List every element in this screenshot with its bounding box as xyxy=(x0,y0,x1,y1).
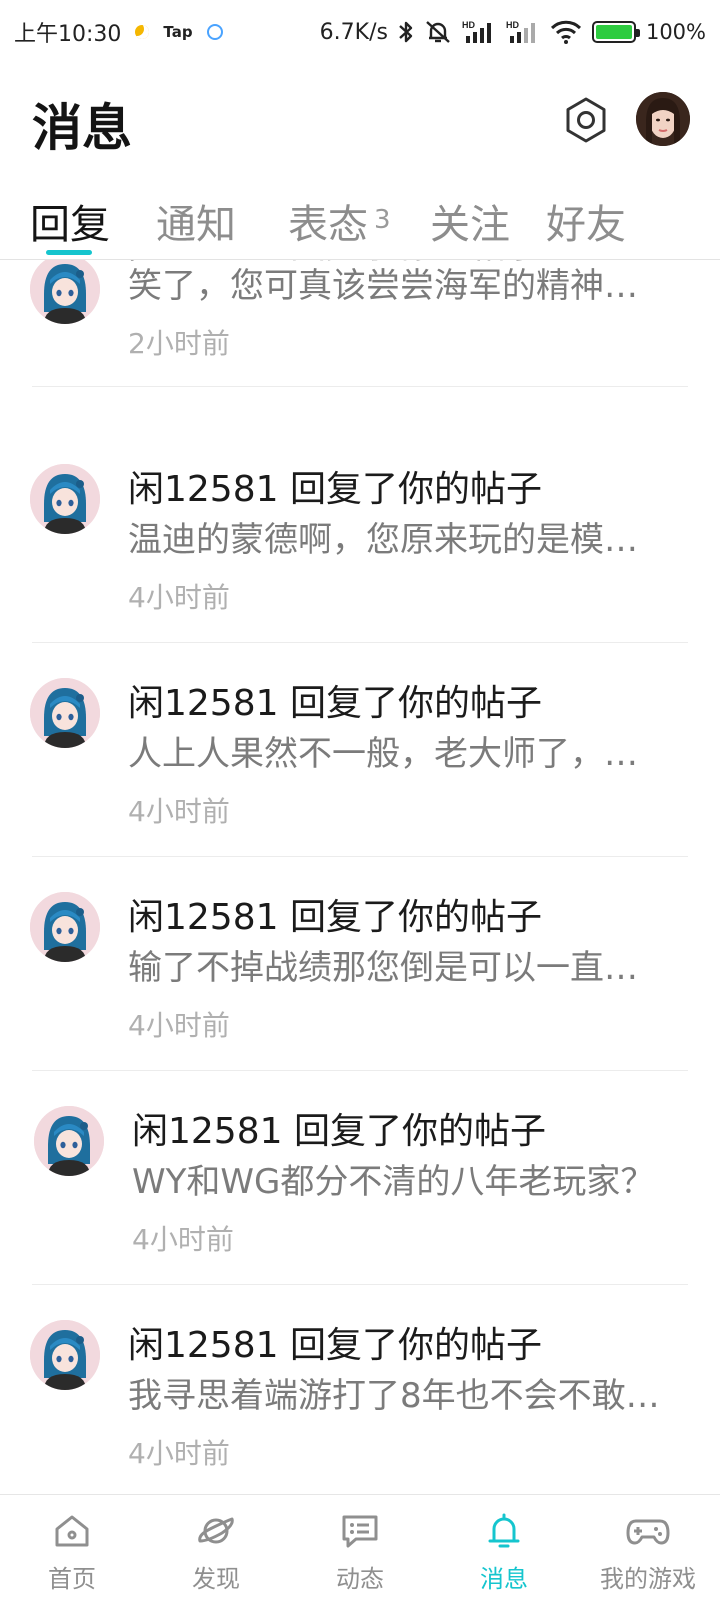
network-speed: 6.7K/s xyxy=(319,19,388,45)
planet-icon xyxy=(194,1509,238,1553)
tab-reaction[interactable]: 表态 3 xyxy=(288,192,391,250)
nav-my-games-label: 我的游戏 xyxy=(600,1565,696,1593)
list-item[interactable]: 闲12581 回复了你的帖子 我寻思着端游打了8年也不会不敢… 4小时前 xyxy=(0,1284,720,1494)
nav-messages-label: 消息 xyxy=(480,1565,528,1593)
reaction-count-badge: 3 xyxy=(374,205,391,235)
message-title: 闲12581 回复了你的帖子 xyxy=(128,469,542,510)
gamepad-icon xyxy=(626,1509,670,1553)
tab-notify[interactable]: 通知 xyxy=(156,192,236,250)
message-title: 闲12581 回复了你的帖子 xyxy=(132,1111,546,1152)
svg-text:HD: HD xyxy=(462,20,475,30)
list-item[interactable]: 闲12581 回复了你的帖子 人上人果然不一般，老大师了，… 4小时前 xyxy=(0,642,720,860)
battery-icon xyxy=(591,21,640,43)
signal-icon-2: HD xyxy=(506,19,540,45)
battery-percent: 100% xyxy=(645,20,706,44)
moon-icon xyxy=(135,25,150,39)
tab-follow[interactable]: 关注 xyxy=(430,192,510,250)
tab-reply[interactable]: 回复 xyxy=(30,192,110,250)
active-tab-indicator xyxy=(46,250,92,255)
message-title: 闲12581 回复了你的帖子 xyxy=(128,897,542,938)
chat-icon xyxy=(338,1509,382,1553)
list-item[interactable]: 闲12581 回复了你的帖子 温迪的蒙德啊，您原来玩的是模… 4小时前 xyxy=(0,428,720,646)
sender-avatar[interactable] xyxy=(30,678,100,748)
message-title: 闲12581 回复了你的帖子 xyxy=(128,683,542,724)
svg-text:HD: HD xyxy=(506,20,519,30)
sender-avatar[interactable] xyxy=(34,1106,104,1176)
signal-icon-1: HD xyxy=(462,19,496,45)
user-avatar[interactable] xyxy=(636,92,690,146)
nav-feed[interactable]: 动态 xyxy=(288,1495,432,1600)
message-title: 闲12581 回复了你的帖子 xyxy=(128,1325,542,1366)
message-time: 2小时前 xyxy=(128,327,230,360)
app-notification-icon xyxy=(206,24,223,40)
sender-avatar[interactable] xyxy=(30,1320,100,1390)
bottom-navigation: 首页 发现 动态 消息 我的游戏 xyxy=(0,1494,720,1600)
nav-home-label: 首页 xyxy=(48,1565,96,1593)
message-list[interactable]: 闲12581 回复了你的帖子 笑了，您可真该尝尝海军的精神… 2小时前 闲125… xyxy=(0,260,720,1494)
page-title: 消息 xyxy=(32,99,132,157)
list-item[interactable]: 闲12581 回复了你的帖子 笑了，您可真该尝尝海军的精神… 2小时前 xyxy=(0,260,720,436)
message-preview: 笑了，您可真该尝尝海军的精神… xyxy=(128,266,638,306)
home-icon xyxy=(50,1509,94,1553)
bell-icon xyxy=(482,1509,526,1553)
mute-bell-icon xyxy=(424,19,452,45)
list-item[interactable]: 闲12581 回复了你的帖子 WY和WG都分不清的八年老玩家？ 4小时前 xyxy=(0,1070,720,1288)
sender-avatar[interactable] xyxy=(30,260,100,324)
message-preview: 输了不掉战绩那您倒是可以一直… xyxy=(128,948,638,988)
settings-gear-icon xyxy=(566,97,606,143)
message-preview: WY和WG都分不清的八年老玩家？ xyxy=(132,1162,655,1202)
tap-app-icon: Tap xyxy=(163,23,193,41)
nav-home[interactable]: 首页 xyxy=(0,1495,144,1600)
bluetooth-icon xyxy=(398,19,414,45)
nav-feed-label: 动态 xyxy=(336,1565,384,1593)
message-time: 4小时前 xyxy=(128,1437,230,1470)
divider xyxy=(32,386,688,387)
nav-discover[interactable]: 发现 xyxy=(144,1495,288,1600)
list-item[interactable]: 闲12581 回复了你的帖子 输了不掉战绩那您倒是可以一直… 4小时前 xyxy=(0,856,720,1074)
sender-avatar[interactable] xyxy=(30,464,100,534)
nav-my-games[interactable]: 我的游戏 xyxy=(576,1495,720,1600)
message-time: 4小时前 xyxy=(128,1009,230,1042)
settings-button[interactable] xyxy=(560,94,612,146)
nav-discover-label: 发现 xyxy=(192,1565,240,1593)
message-preview: 温迪的蒙德啊，您原来玩的是模… xyxy=(128,520,638,560)
status-time: 上午10:30 xyxy=(14,22,122,47)
message-preview: 人上人果然不一般，老大师了，… xyxy=(128,734,638,774)
message-time: 4小时前 xyxy=(128,581,230,614)
message-tabs: 回复 通知 表态 3 关注 好友 xyxy=(0,180,720,260)
app-header: 消息 xyxy=(0,64,720,180)
message-time: 4小时前 xyxy=(132,1223,234,1256)
status-bar: 上午10:30 Tap 6.7K/s HD HD 100% xyxy=(0,0,720,64)
wifi-icon xyxy=(550,19,582,45)
message-preview: 我寻思着端游打了8年也不会不敢… xyxy=(128,1376,660,1416)
nav-messages[interactable]: 消息 xyxy=(432,1495,576,1600)
message-time: 4小时前 xyxy=(128,795,230,828)
sender-avatar[interactable] xyxy=(30,892,100,962)
tab-friends[interactable]: 好友 xyxy=(546,192,626,250)
